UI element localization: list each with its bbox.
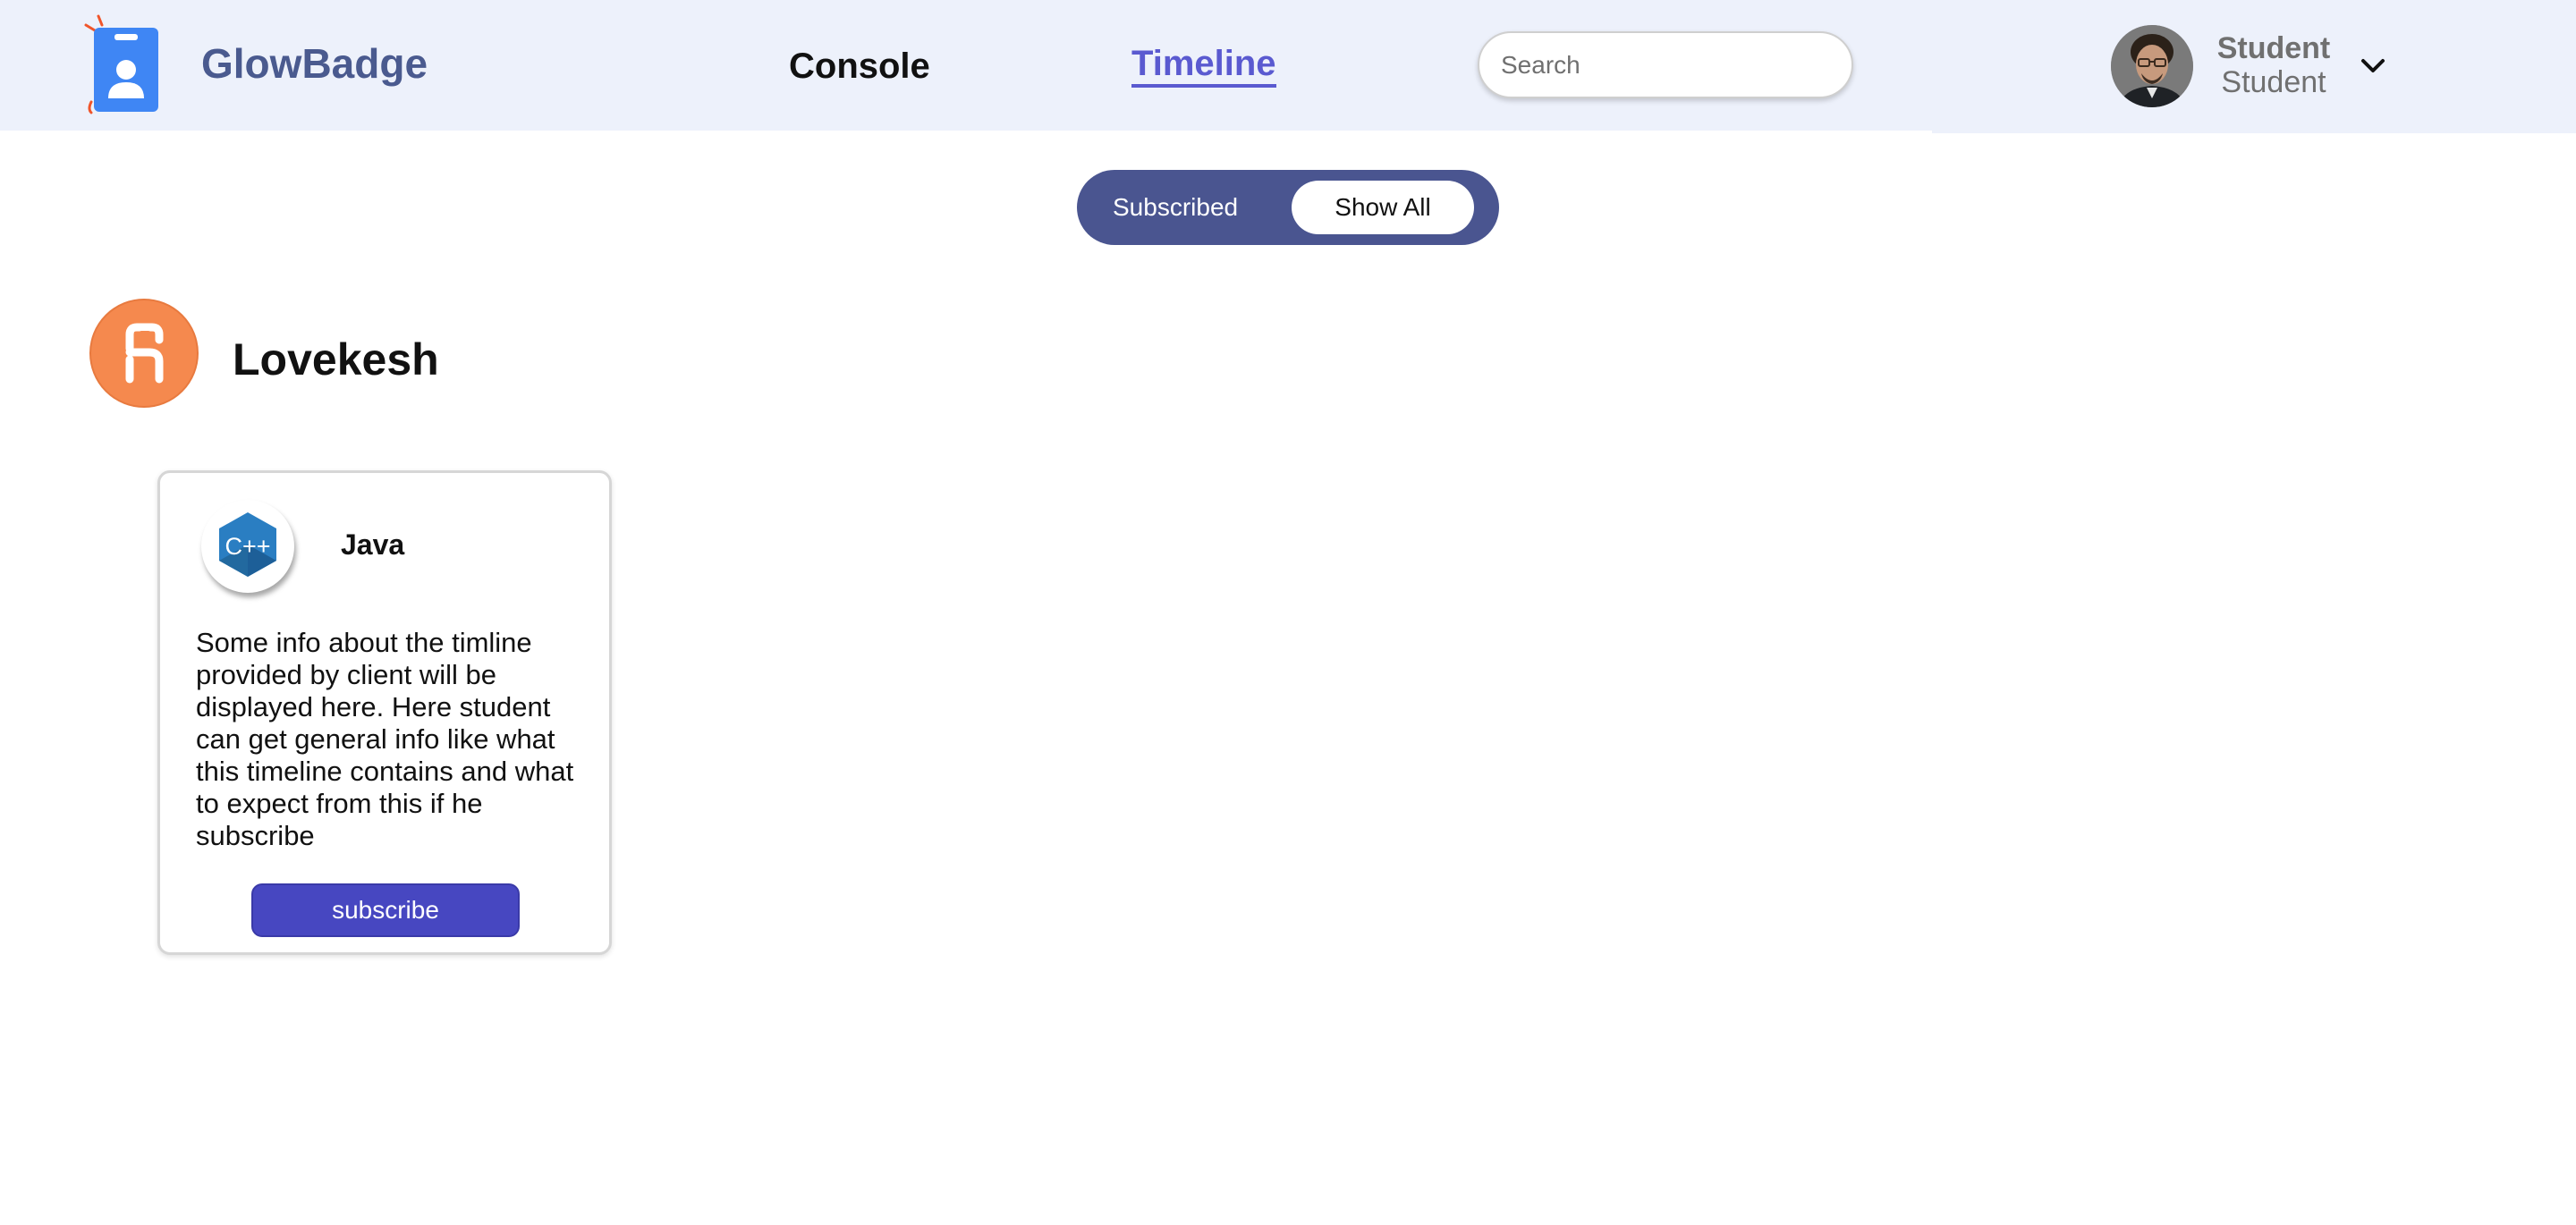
author-logo-icon xyxy=(89,299,199,408)
id-badge-icon[interactable] xyxy=(79,13,165,116)
chevron-down-icon[interactable] xyxy=(2360,55,2386,77)
user-role: Student xyxy=(2221,65,2326,99)
subscribe-button[interactable]: subscribe xyxy=(251,883,520,937)
avatar[interactable] xyxy=(2111,25,2193,107)
nav-timeline[interactable]: Timeline xyxy=(1131,43,1276,88)
filter-subscribed[interactable]: Subscribed xyxy=(1113,170,1238,245)
user-name: Student xyxy=(2216,31,2331,65)
author-name: Lovekesh xyxy=(233,334,439,384)
course-description: Some info about the timline provided by … xyxy=(196,627,574,851)
subscription-filter-toggle: Subscribed Show All xyxy=(1077,170,1499,245)
top-header: GlowBadge Console Timeline xyxy=(0,0,1932,131)
filter-show-all[interactable]: Show All xyxy=(1292,181,1474,234)
cpp-hexagon-icon: C++ xyxy=(201,500,294,593)
course-card: C++ Java Some info about the timline pro… xyxy=(157,470,612,955)
nav-console[interactable]: Console xyxy=(789,46,930,87)
search-input[interactable] xyxy=(1478,31,1853,98)
brand-name: GlowBadge xyxy=(201,40,428,87)
course-title: Java xyxy=(341,528,405,561)
cpp-icon-text: C++ xyxy=(225,533,270,560)
